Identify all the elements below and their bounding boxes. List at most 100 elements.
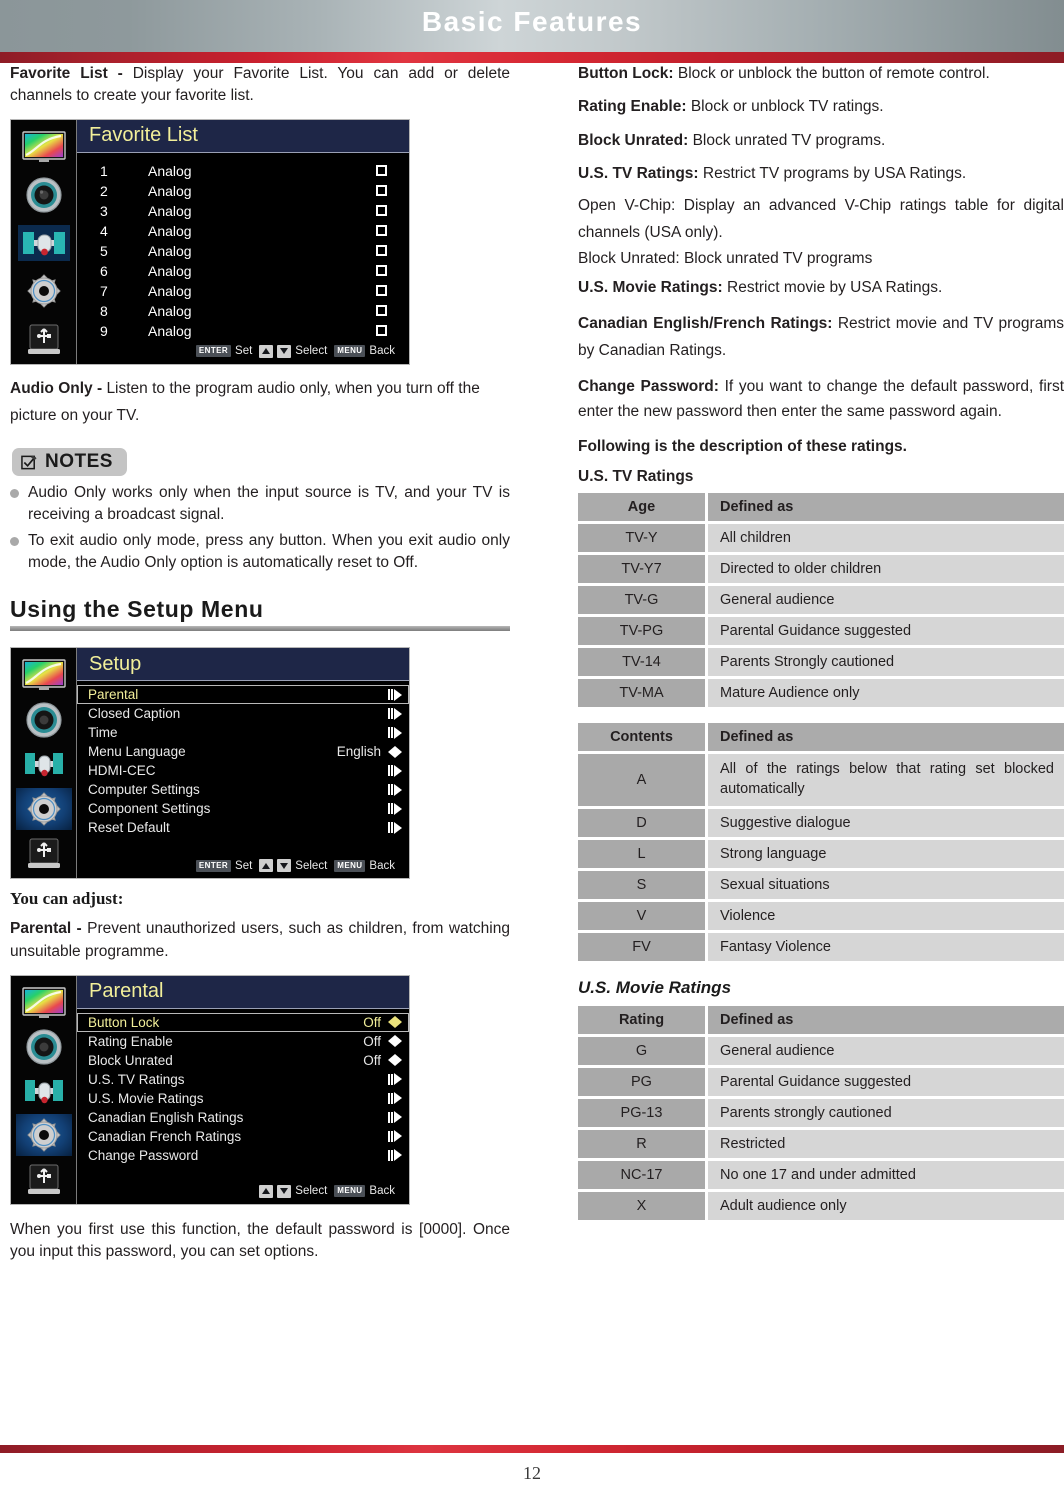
channel-checkbox[interactable] xyxy=(376,265,387,277)
parental-osd[interactable]: Parental Button Lock Off Rating Enable O… xyxy=(10,974,410,1205)
arrow-down-icon xyxy=(277,859,292,873)
chevron-right-icon xyxy=(388,1073,402,1086)
parental-item-rating-enable[interactable]: Rating Enable Off xyxy=(77,1032,409,1051)
audio-only-description: Audio Only - Listen to the program audio… xyxy=(10,375,510,429)
channel-checkbox[interactable] xyxy=(376,225,387,237)
table-header-row: Rating Defined as xyxy=(578,1005,1064,1034)
content-code: D xyxy=(578,808,708,837)
channel-checkbox[interactable] xyxy=(376,285,387,297)
channel-checkbox[interactable] xyxy=(376,245,387,257)
channel-checkbox[interactable] xyxy=(376,185,387,197)
channel-checkbox[interactable] xyxy=(376,165,387,177)
table-row: G General audience xyxy=(578,1036,1064,1065)
channel-satellite-icon[interactable] xyxy=(16,1070,72,1112)
channel-name: Analog xyxy=(148,282,192,299)
channel-number: 1 xyxy=(100,162,108,179)
movie-rating-code: PG xyxy=(578,1067,708,1096)
footer-red-rule xyxy=(0,1445,1064,1453)
setup-item-component-settings[interactable]: Component Settings xyxy=(77,799,409,818)
menu-item-label: Component Settings xyxy=(88,801,211,817)
menu-key-badge: MENU xyxy=(334,1185,366,1198)
usb-media-icon[interactable] xyxy=(16,1158,72,1200)
column-header-defined-as: Defined as xyxy=(708,1005,1064,1034)
menu-item-label: Computer Settings xyxy=(88,782,200,798)
movie-rating-code: G xyxy=(578,1036,708,1065)
channel-row[interactable]: 9 Analog xyxy=(77,321,409,341)
parental-item-canadian-english-ratings[interactable]: Canadian English Ratings xyxy=(77,1108,409,1127)
setup-gear-icon[interactable] xyxy=(15,787,72,830)
parental-item-block-unrated[interactable]: Block Unrated Off xyxy=(77,1051,409,1070)
channel-row[interactable]: 6 Analog xyxy=(77,261,409,281)
channel-checkbox[interactable] xyxy=(376,205,387,217)
setup-osd[interactable]: Setup Parental Closed Caption Time Menu … xyxy=(10,647,410,880)
setup-gear-icon[interactable] xyxy=(16,270,72,312)
channel-row[interactable]: 2 Analog xyxy=(77,181,409,201)
setup-item-hdmi-cec[interactable]: HDMI-CEC xyxy=(77,761,409,780)
channel-satellite-icon[interactable] xyxy=(16,222,72,264)
channel-checkbox[interactable] xyxy=(376,305,387,317)
setup-menu-list[interactable]: Parental Closed Caption Time Menu Langua… xyxy=(77,681,409,837)
parental-item-change-password[interactable]: Change Password xyxy=(77,1146,409,1165)
favorite-osd-title: Favorite List xyxy=(89,124,198,147)
channel-satellite-icon[interactable] xyxy=(16,743,72,785)
rating-definition: Directed to older children xyxy=(708,555,1064,584)
parental-item-button-lock[interactable]: Button Lock Off xyxy=(77,1012,409,1032)
open-vchip-paragraph: Open V-Chip: Display an advanced V-Chip … xyxy=(578,192,1064,246)
favorite-list-osd[interactable]: Favorite List 1 Analog 2 Analog 3 Analog… xyxy=(10,118,410,365)
setup-item-computer-settings[interactable]: Computer Settings xyxy=(77,780,409,799)
header-red-rule xyxy=(0,52,1064,63)
setup-item-parental[interactable]: Parental xyxy=(77,685,409,705)
channel-row[interactable]: 1 Analog xyxy=(77,161,409,181)
setup-gear-icon[interactable] xyxy=(15,1113,72,1156)
setup-item-reset-default[interactable]: Reset Default xyxy=(77,818,409,837)
chevron-right-icon xyxy=(388,764,402,777)
parental-osd-titlebar: Parental xyxy=(77,975,409,1009)
block-unrated-repeat-paragraph: Block Unrated: Block unrated TV programs xyxy=(578,248,1064,270)
channel-row[interactable]: 8 Analog xyxy=(77,301,409,321)
hint-enter-set: ENTER Set xyxy=(195,859,252,872)
block-unrated-term: Block Unrated: xyxy=(578,131,693,149)
channel-row[interactable]: 4 Analog xyxy=(77,221,409,241)
us-movie-ratings-heading: U.S. Movie Ratings xyxy=(578,977,732,997)
channel-checkbox[interactable] xyxy=(376,325,387,337)
rating-code: TV-Y xyxy=(578,524,708,553)
parental-item-us-tv-ratings[interactable]: U.S. TV Ratings xyxy=(77,1070,409,1089)
arrow-up-icon xyxy=(259,859,274,873)
table-row: A All of the ratings below that rating s… xyxy=(578,754,1064,806)
channel-row[interactable]: 3 Analog xyxy=(77,201,409,221)
setup-item-closed-caption[interactable]: Closed Caption xyxy=(77,704,409,723)
usb-media-icon[interactable] xyxy=(16,832,72,874)
page-title: Basic Features xyxy=(421,6,643,37)
setup-item-time[interactable]: Time xyxy=(77,723,409,742)
picture-icon[interactable] xyxy=(16,126,72,168)
button-lock-paragraph: Button Lock: Block or unblock the button… xyxy=(578,63,1064,85)
us-tv-ratings-heading: U.S. TV Ratings xyxy=(578,468,694,486)
favorite-channel-list[interactable]: 1 Analog 2 Analog 3 Analog 4 Analog 5 An… xyxy=(77,153,409,341)
rating-enable-paragraph: Rating Enable: Block or unblock TV ratin… xyxy=(578,96,1064,118)
right-column: Button Lock: Block or unblock the button… xyxy=(578,63,1064,1231)
bullet-icon xyxy=(10,537,19,547)
table-row: TV-14 Parents Strongly cautioned xyxy=(578,648,1064,677)
channel-row[interactable]: 7 Analog xyxy=(77,281,409,301)
rating-enable-term: Rating Enable: xyxy=(578,98,691,116)
audio-speaker-icon[interactable] xyxy=(16,1026,72,1068)
parental-item-canadian-french-ratings[interactable]: Canadian French Ratings xyxy=(77,1127,409,1146)
channel-row[interactable]: 5 Analog xyxy=(77,241,409,261)
hint-updown-select: Select xyxy=(259,859,327,873)
channel-name: Analog xyxy=(148,262,192,279)
picture-icon[interactable] xyxy=(16,982,72,1024)
usb-media-icon[interactable] xyxy=(16,318,72,360)
parental-osd-title: Parental xyxy=(89,980,164,1003)
parental-item-us-movie-ratings[interactable]: U.S. Movie Ratings xyxy=(77,1089,409,1108)
favorite-list-description: Favorite List - Display your Favorite Li… xyxy=(10,63,510,108)
channel-name: Analog xyxy=(148,222,192,239)
us-movie-ratings-definition: Restrict movie by USA Ratings. xyxy=(727,278,943,296)
setup-item-menu-language[interactable]: Menu Language English xyxy=(77,742,409,761)
channel-name: Analog xyxy=(148,202,192,219)
audio-speaker-icon[interactable] xyxy=(16,174,72,216)
picture-icon[interactable] xyxy=(16,654,72,696)
rating-definition: Parental Guidance suggested xyxy=(708,617,1064,646)
chevron-right-icon xyxy=(388,726,402,739)
audio-speaker-icon[interactable] xyxy=(16,699,72,741)
parental-menu-list[interactable]: Button Lock Off Rating Enable Off Block … xyxy=(77,1009,409,1165)
